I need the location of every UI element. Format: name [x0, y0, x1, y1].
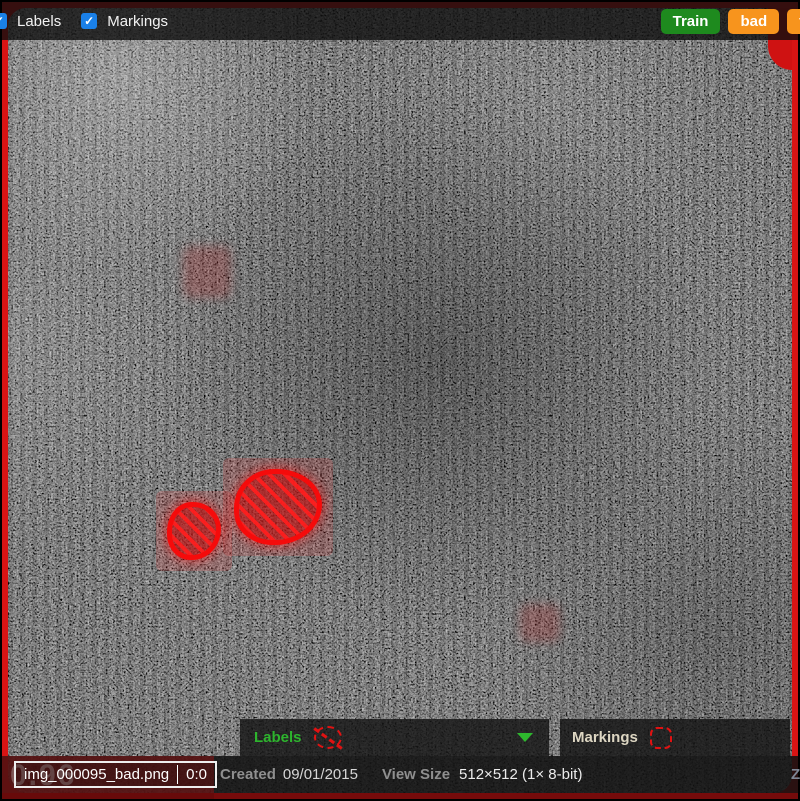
faint-heatmap-patch — [520, 604, 560, 642]
status-bar: 0.96 img_000095_bad.png 0:0 Created 09/0… — [2, 756, 798, 793]
bottom-frame-tint — [2, 793, 798, 799]
markings-panel-title: Markings — [572, 729, 638, 746]
no-label-dashed-circle-icon — [314, 726, 342, 749]
train-button[interactable]: Train — [661, 9, 721, 34]
markings-checkbox[interactable]: ✓ — [81, 13, 97, 29]
app-window: { "colors": { "frame_red": "#d81414", "m… — [0, 0, 800, 801]
classification-buttons: Train bad tr — [661, 9, 800, 34]
view-size-label: View Size — [382, 766, 450, 783]
chevron-down-icon[interactable] — [517, 733, 533, 742]
marking-blob[interactable] — [167, 502, 221, 560]
top-toolbar: ✓ Labels ✓ Markings Train bad tr — [2, 2, 798, 40]
dashed-box-icon — [650, 727, 672, 749]
truncated-button[interactable]: tr — [787, 9, 800, 34]
view-size-value: 512×512 (1× 8-bit) — [459, 766, 582, 783]
bad-button[interactable]: bad — [728, 9, 779, 34]
created-value: 09/01/2015 — [283, 766, 358, 783]
filename-divider — [177, 765, 178, 784]
markings-panel[interactable]: Markings — [560, 719, 790, 756]
zoom-label-truncated: Z — [791, 766, 800, 783]
created-label: Created — [220, 766, 276, 783]
filename-text: img_000095_bad.png — [24, 766, 169, 783]
labels-checkbox[interactable]: ✓ — [0, 13, 7, 29]
labels-checkbox-label: Labels — [17, 13, 61, 30]
faint-heatmap-patch — [183, 246, 231, 298]
image-viewport — [2, 2, 798, 799]
image-canvas[interactable] — [8, 8, 792, 793]
marking-blob[interactable] — [234, 469, 322, 545]
filename-box[interactable]: img_000095_bad.png 0:0 — [14, 761, 217, 788]
labels-dropdown-panel[interactable]: Labels — [240, 719, 549, 756]
markings-checkbox-label: Markings — [107, 13, 168, 30]
labels-panel-title: Labels — [254, 729, 302, 746]
fabric-noise-texture — [8, 8, 792, 793]
cursor-position: 0:0 — [186, 766, 207, 783]
image-metadata: Created 09/01/2015 View Size 512×512 (1×… — [220, 766, 582, 783]
